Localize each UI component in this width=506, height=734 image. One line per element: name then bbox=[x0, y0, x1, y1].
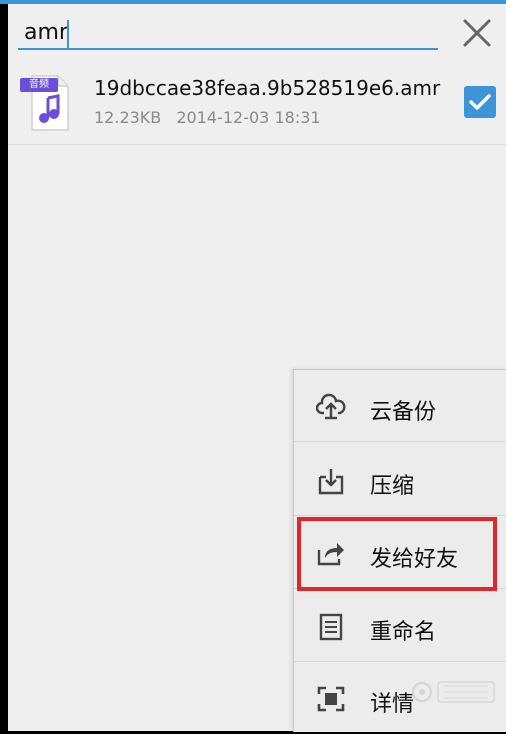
details-icon bbox=[317, 686, 345, 712]
file-metadata: 12.23KB 2014-12-03 18:31 bbox=[94, 108, 321, 127]
file-name: 19dbccae38feaa.9b528519e6.amr bbox=[94, 76, 441, 100]
selection-checkbox[interactable] bbox=[464, 86, 496, 118]
file-type-badge: 音频 bbox=[29, 79, 49, 90]
clear-search-button[interactable] bbox=[460, 16, 494, 50]
audio-file-icon: 音频 bbox=[20, 74, 72, 132]
menu-item-send-to-friend[interactable]: 发给好友 bbox=[294, 517, 506, 589]
share-icon bbox=[317, 543, 344, 566]
menu-item-rename[interactable]: 重命名 bbox=[294, 590, 506, 662]
file-list-item[interactable]: 音频 19dbccae38feaa.9b528519e6.amr 12.23KB… bbox=[8, 62, 506, 145]
cloud-upload-icon bbox=[316, 393, 346, 420]
menu-item-label: 云备份 bbox=[370, 400, 437, 425]
menu-item-compress[interactable]: 压缩 bbox=[294, 444, 506, 516]
menu-item-label: 发给好友 bbox=[370, 547, 459, 572]
compress-icon bbox=[318, 469, 344, 495]
rename-icon bbox=[319, 613, 343, 641]
menu-item-label: 压缩 bbox=[370, 474, 415, 499]
text-caret bbox=[67, 20, 69, 48]
close-icon bbox=[463, 19, 491, 47]
watermark-logo bbox=[408, 672, 500, 712]
file-size: 12.23KB bbox=[94, 108, 162, 127]
checkmark-icon bbox=[469, 94, 491, 110]
menu-item-cloud-backup[interactable]: 云备份 bbox=[294, 370, 506, 442]
search-input[interactable] bbox=[18, 16, 438, 50]
search-bar bbox=[8, 4, 506, 58]
file-date: 2014-12-03 18:31 bbox=[176, 108, 321, 127]
menu-item-label: 重命名 bbox=[370, 620, 437, 645]
